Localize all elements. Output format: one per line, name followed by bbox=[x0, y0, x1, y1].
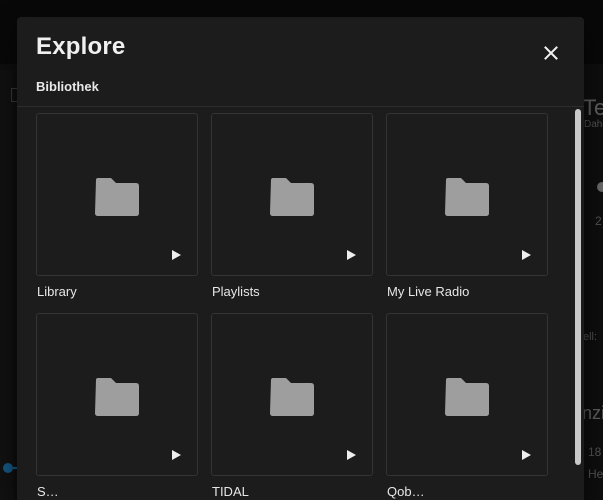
media-tile-playlists[interactable]: Playlists bbox=[211, 113, 373, 299]
tile-card[interactable] bbox=[386, 313, 548, 476]
tile-card[interactable] bbox=[36, 113, 198, 276]
explore-dialog: Explore Bibliothek Library Playlists My … bbox=[17, 17, 584, 500]
close-button[interactable] bbox=[539, 41, 563, 65]
tile-label: S… bbox=[37, 484, 59, 499]
folder-icon bbox=[270, 178, 314, 216]
folder-icon bbox=[445, 178, 489, 216]
media-tile-4[interactable]: S… bbox=[36, 313, 198, 499]
tile-label: TIDAL bbox=[212, 484, 249, 499]
media-tile-qobuz[interactable]: Qob… bbox=[386, 313, 548, 499]
close-icon bbox=[544, 46, 558, 60]
play-icon[interactable] bbox=[170, 249, 182, 261]
play-icon[interactable] bbox=[170, 449, 182, 461]
tile-label: Playlists bbox=[212, 284, 260, 299]
tile-label: Qob… bbox=[387, 484, 425, 499]
breadcrumb[interactable]: Bibliothek bbox=[36, 79, 99, 94]
tile-label: Library bbox=[37, 284, 77, 299]
folder-icon bbox=[95, 378, 139, 416]
tile-label: My Live Radio bbox=[387, 284, 470, 299]
play-icon[interactable] bbox=[345, 449, 357, 461]
play-icon[interactable] bbox=[520, 449, 532, 461]
tile-card[interactable] bbox=[36, 313, 198, 476]
dialog-title: Explore bbox=[36, 33, 126, 60]
media-tile-my-live-radio[interactable]: My Live Radio bbox=[386, 113, 548, 299]
media-tile-tidal[interactable]: TIDAL bbox=[211, 313, 373, 499]
media-grid: Library Playlists My Live Radio S… TIDAL… bbox=[17, 107, 584, 500]
play-icon[interactable] bbox=[520, 249, 532, 261]
tile-card[interactable] bbox=[211, 113, 373, 276]
folder-icon bbox=[95, 178, 139, 216]
tile-card[interactable] bbox=[211, 313, 373, 476]
play-icon[interactable] bbox=[345, 249, 357, 261]
tile-card[interactable] bbox=[386, 113, 548, 276]
media-tile-library[interactable]: Library bbox=[36, 113, 198, 299]
folder-icon bbox=[445, 378, 489, 416]
scrollbar-thumb[interactable] bbox=[575, 109, 581, 465]
folder-icon bbox=[270, 378, 314, 416]
